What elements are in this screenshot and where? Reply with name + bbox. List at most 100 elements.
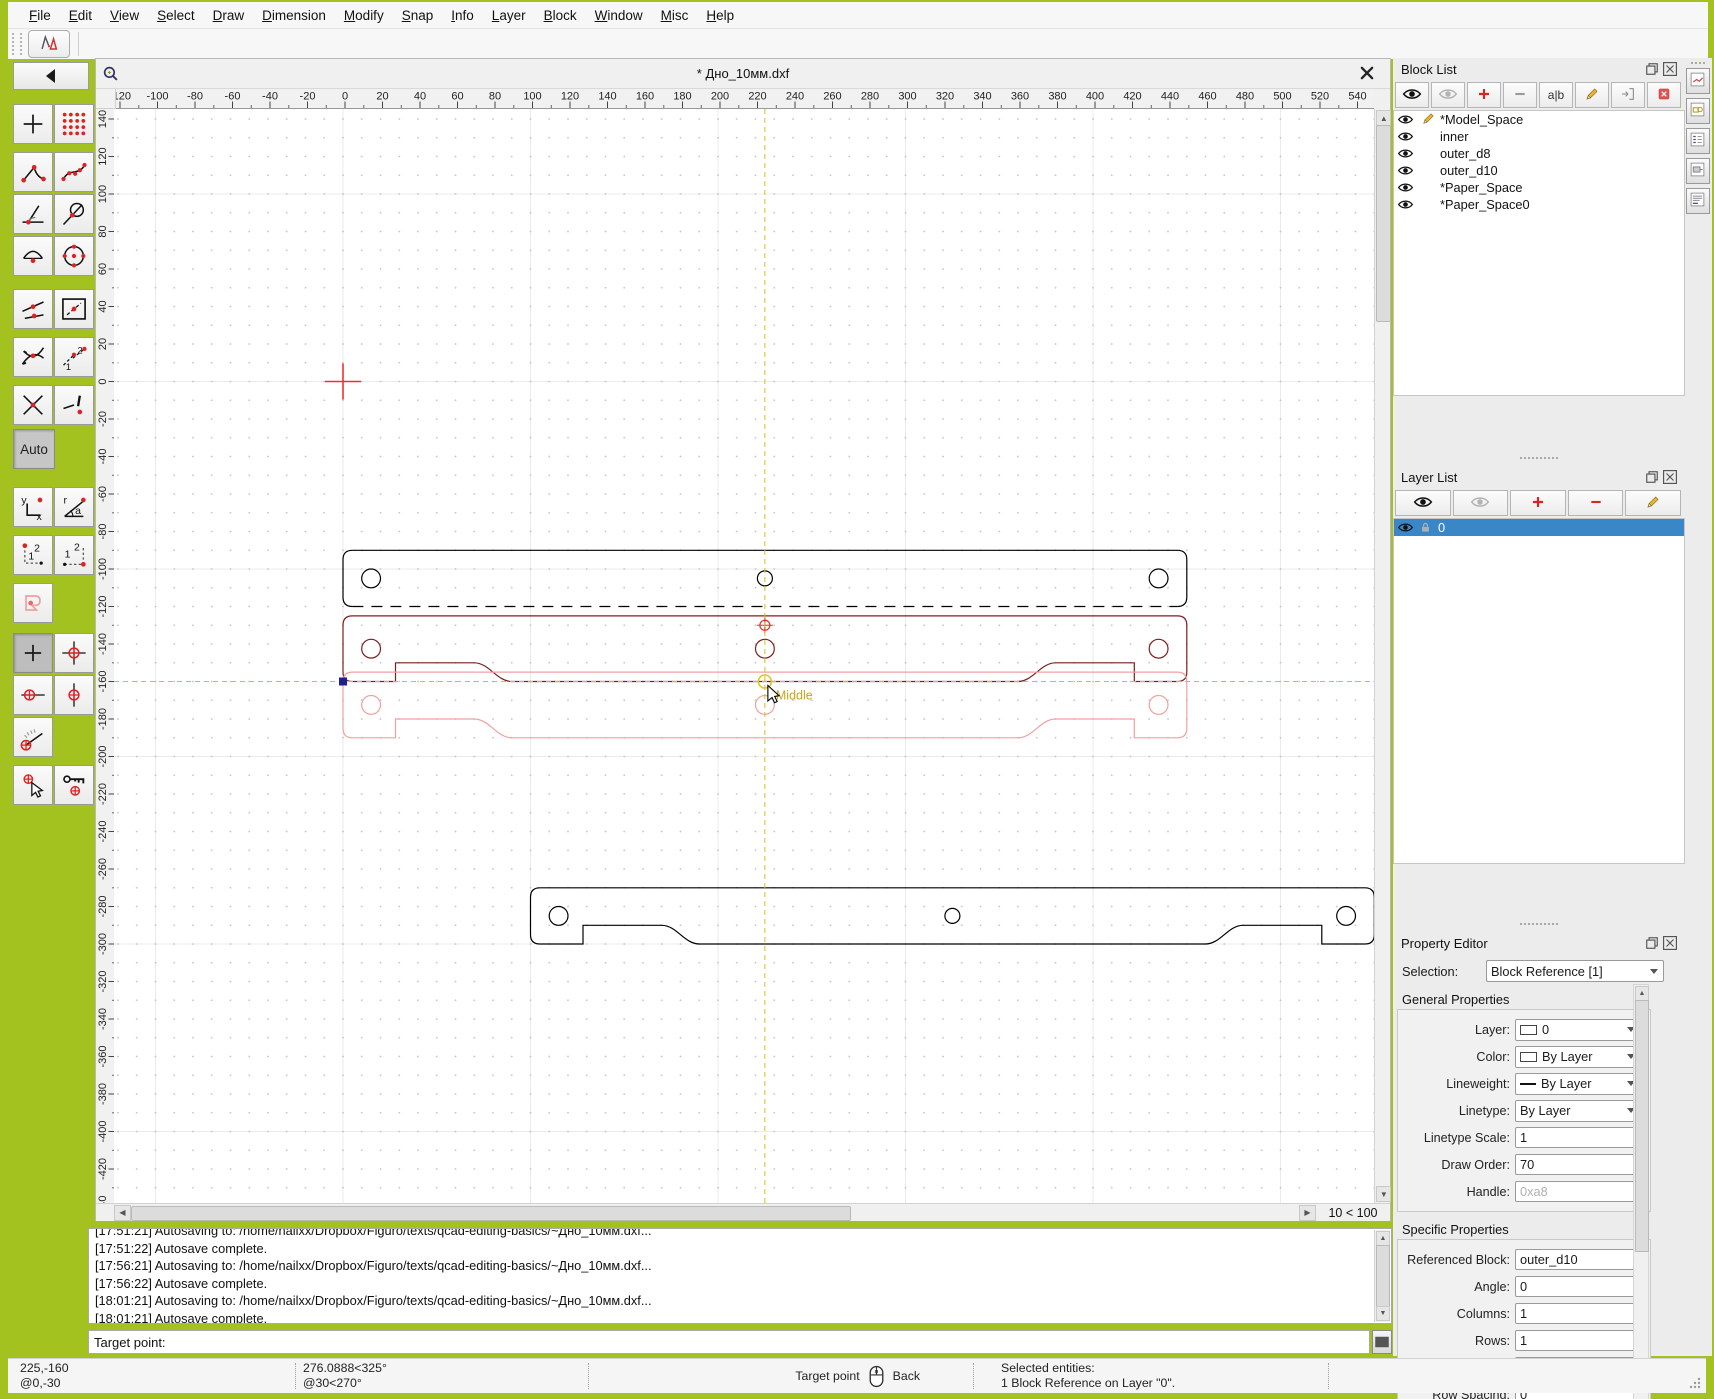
snap-reference-button[interactable]: [54, 236, 94, 276]
toolbar-drag-handle[interactable]: [12, 33, 22, 55]
eye-button[interactable]: [1395, 82, 1429, 108]
eye-icon[interactable]: [1394, 522, 1416, 533]
coord-display-button[interactable]: [13, 583, 53, 623]
scroll-down-icon[interactable]: ▼: [1376, 1186, 1392, 1202]
scroll-up-icon[interactable]: ▲: [1635, 986, 1649, 1001]
pencil-button[interactable]: [1575, 82, 1609, 108]
panel-tag-toggle-button[interactable]: [1685, 158, 1710, 184]
snap-middle-manual-button[interactable]: [54, 289, 94, 329]
scroll-right-icon[interactable]: ▶: [1299, 1204, 1316, 1221]
eye-button[interactable]: [1395, 490, 1451, 516]
panel-command-toggle-button[interactable]: [1685, 188, 1710, 214]
horizontal-scroll-thumb[interactable]: [131, 1205, 851, 1221]
coord-polar-button[interactable]: ra: [54, 487, 94, 527]
layer-row-0[interactable]: 0: [1394, 519, 1684, 536]
snap-middle-button[interactable]: [13, 289, 53, 329]
snap-free-button[interactable]: [13, 104, 53, 144]
restrict-horizontal-button[interactable]: [13, 675, 53, 715]
eye-icon[interactable]: [1394, 148, 1416, 159]
prop-layer-combo[interactable]: 0: [1515, 1018, 1641, 1041]
menu-snap[interactable]: Snap: [393, 6, 443, 25]
restrict-vertical-button[interactable]: [54, 675, 94, 715]
prop-angle-input[interactable]: 0: [1515, 1276, 1641, 1297]
menu-edit[interactable]: Edit: [60, 6, 101, 25]
scroll-up-icon[interactable]: ▲: [1376, 110, 1392, 126]
eye-icon[interactable]: [1394, 199, 1416, 210]
block-row-paper_space[interactable]: *Paper_Space: [1394, 179, 1684, 196]
key-position-button[interactable]: [54, 765, 94, 805]
snap-perpendicular-button[interactable]: [13, 194, 53, 234]
eye-icon[interactable]: [1394, 182, 1416, 193]
panel-block-toggle-button[interactable]: [1685, 68, 1710, 94]
scroll-up-icon[interactable]: ▲: [1376, 1231, 1390, 1246]
prop-color-combo[interactable]: By Layer: [1515, 1045, 1641, 1068]
float-panel-icon[interactable]: [1645, 936, 1659, 950]
plus-red-button[interactable]: [1467, 82, 1501, 108]
snap-cross-button[interactable]: [13, 385, 53, 425]
plus-red-button[interactable]: [1510, 490, 1566, 516]
prop-draworder-input[interactable]: 70: [1515, 1154, 1641, 1175]
panel-layer-toggle-button[interactable]: [1685, 98, 1710, 124]
horizontal-scrollbar[interactable]: ◀ ▶ 10 < 100: [96, 1203, 1390, 1221]
snap-intersection-button[interactable]: [13, 337, 53, 377]
menu-select[interactable]: Select: [148, 6, 204, 25]
toggle-command-widget-button[interactable]: [1372, 1330, 1392, 1354]
block-row-inner[interactable]: inner: [1394, 128, 1684, 145]
snap-grid-button[interactable]: [54, 104, 94, 144]
menu-info[interactable]: Info: [442, 6, 483, 25]
close-panel-icon[interactable]: [1663, 62, 1677, 76]
prop-columns-input[interactable]: 1: [1515, 1303, 1641, 1324]
menu-file[interactable]: File: [20, 6, 60, 25]
snap-endpoints-button[interactable]: [13, 152, 53, 192]
menu-dimension[interactable]: Dimension: [253, 6, 335, 25]
prop-handle-input[interactable]: 0xa8: [1515, 1181, 1641, 1202]
prop-linetype-combo[interactable]: By Layer: [1515, 1099, 1641, 1122]
x-red-button[interactable]: [1647, 82, 1681, 108]
resize-grip[interactable]: [1688, 1376, 1702, 1390]
close-panel-icon[interactable]: [1663, 470, 1677, 484]
command-history[interactable]: [17:51:21] Autosaving to: /home/nailxx/D…: [88, 1228, 1392, 1324]
snap-on-entity-button[interactable]: [54, 152, 94, 192]
back-arrow-button[interactable]: [13, 62, 89, 90]
prop-lineweight-combo[interactable]: By Layer: [1515, 1072, 1641, 1095]
pencil-button[interactable]: [1625, 490, 1681, 516]
snap-center-button[interactable]: [13, 236, 53, 276]
menu-help[interactable]: Help: [697, 6, 743, 25]
eye-off-button[interactable]: [1431, 82, 1465, 108]
prop-rows-input[interactable]: 1: [1515, 1330, 1641, 1351]
eye-icon[interactable]: [1394, 165, 1416, 176]
restrict-off-button[interactable]: [13, 633, 53, 673]
menu-modify[interactable]: Modify: [335, 6, 393, 25]
eye-icon[interactable]: [1394, 114, 1416, 125]
coord-relative-polar-button[interactable]: 12: [54, 535, 94, 575]
float-panel-icon[interactable]: [1645, 62, 1659, 76]
door-button[interactable]: [1611, 82, 1645, 108]
menu-misc[interactable]: Misc: [652, 6, 698, 25]
minus-red-button[interactable]: [1567, 490, 1624, 516]
ab-button[interactable]: a|b: [1539, 82, 1573, 108]
snap-auto-button[interactable]: Auto: [13, 429, 55, 469]
eye-off-button[interactable]: [1452, 490, 1509, 516]
vertical-scrollbar[interactable]: ▲ ▼: [1374, 109, 1392, 1203]
snap-exclude-button[interactable]: [54, 385, 94, 425]
restrict-orthogonal-button[interactable]: [54, 633, 94, 673]
coord-relative-cartesian-button[interactable]: 12: [13, 535, 53, 575]
menu-block[interactable]: Block: [535, 6, 586, 25]
set-position-button[interactable]: [13, 765, 53, 805]
snap-intersection-manual-button[interactable]: 12: [54, 337, 94, 377]
scroll-down-icon[interactable]: ▼: [1376, 1306, 1390, 1321]
menu-draw[interactable]: Draw: [204, 6, 254, 25]
panel-list-toggle-button[interactable]: [1685, 128, 1710, 154]
prop-referencedblock-input[interactable]: outer_d10: [1515, 1249, 1641, 1270]
close-icon[interactable]: [1358, 64, 1376, 82]
drawing-canvas[interactable]: Middle: [114, 109, 1375, 1203]
property-scrollbar[interactable]: ▲ ▼: [1633, 984, 1649, 1399]
menu-view[interactable]: View: [101, 6, 148, 25]
dock-splitter[interactable]: [1393, 452, 1685, 464]
app-tool-button[interactable]: [28, 30, 70, 58]
log-scrollbar[interactable]: ▲ ▼: [1374, 1230, 1390, 1322]
command-input[interactable]: Target point:: [88, 1330, 1370, 1354]
snap-tangential-button[interactable]: [54, 194, 94, 234]
block-row-paper_space0[interactable]: *Paper_Space0: [1394, 196, 1684, 213]
block-row-outer_d10[interactable]: outer_d10: [1394, 162, 1684, 179]
